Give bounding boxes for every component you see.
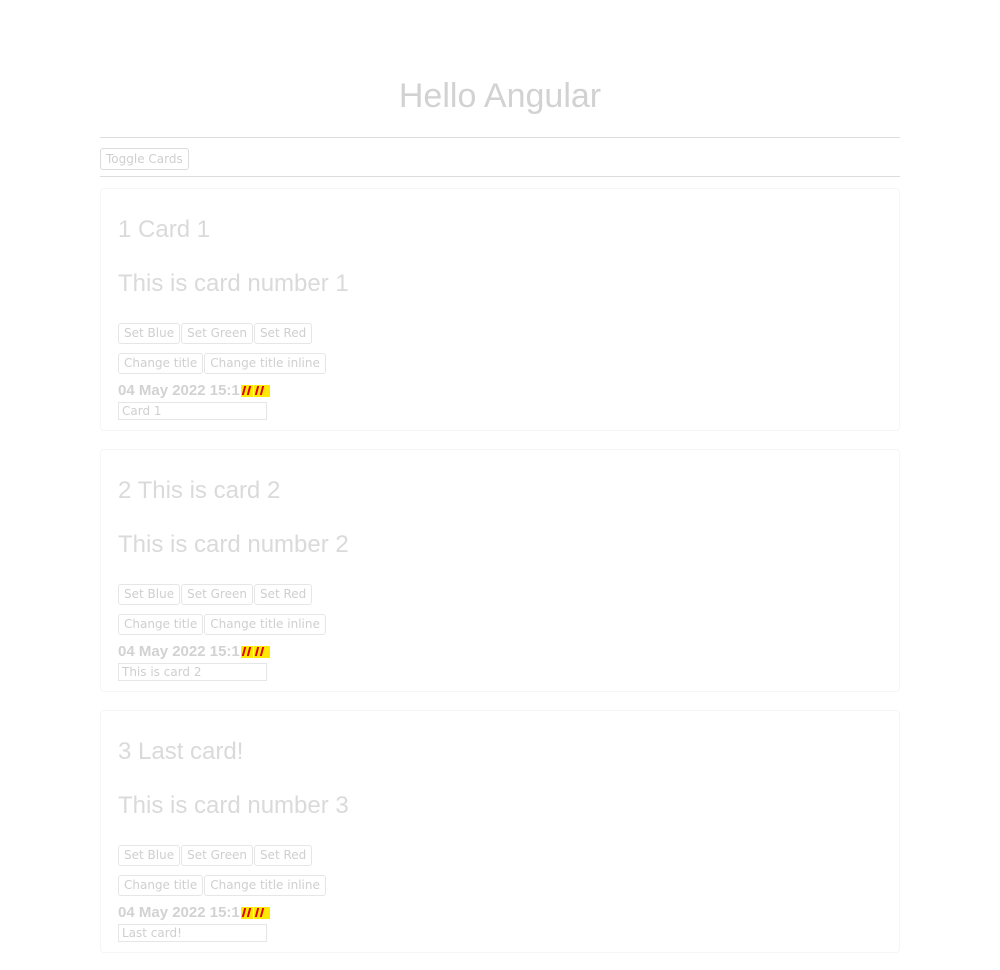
card-text: This is card number 1	[118, 270, 349, 297]
set-red-button[interactable]: Set Red	[253, 323, 313, 344]
set-blue-button[interactable]: Set Blue	[118, 584, 181, 605]
broken-image-icon	[253, 385, 270, 397]
card-date-text: 04 May 2022 15:1	[118, 643, 240, 660]
set-green-button[interactable]: Set Green	[181, 323, 253, 344]
set-green-button[interactable]: Set Green	[181, 584, 253, 605]
change-title-inline-button[interactable]: Change title inline	[204, 875, 326, 896]
toggle-cards-button[interactable]: Toggle Cards	[100, 148, 189, 170]
broken-image-icon	[253, 646, 270, 658]
color-button-group: Set Blue Set Green Set Red	[118, 323, 313, 344]
toolbar: Toggle Cards	[100, 137, 900, 177]
set-red-button[interactable]: Set Red	[253, 845, 313, 866]
card-text: This is card number 2	[118, 531, 349, 558]
card-date: 04 May 2022 15:1	[118, 382, 270, 400]
card-title: 1 Card 1	[118, 216, 211, 243]
card-date-text: 04 May 2022 15:1	[118, 904, 240, 921]
color-button-group: Set Blue Set Green Set Red	[118, 584, 313, 605]
change-title-inline-button[interactable]: Change title inline	[204, 614, 326, 635]
card-title: 2 This is card 2	[118, 477, 281, 504]
change-title-inline-button[interactable]: Change title inline	[204, 353, 326, 374]
page-title: Hello Angular	[398, 77, 602, 115]
card-text: This is card number 3	[118, 792, 349, 819]
card: 1 Card 1 This is card number 1 Set Blue …	[100, 188, 900, 431]
title-button-group: Change title Change title inline	[118, 614, 326, 635]
title-button-group: Change title Change title inline	[118, 875, 326, 896]
broken-image-icon	[240, 907, 253, 919]
card-date: 04 May 2022 15:1	[118, 904, 270, 922]
card: 2 This is card 2 This is card number 2 S…	[100, 449, 900, 692]
set-green-button[interactable]: Set Green	[181, 845, 253, 866]
change-title-button[interactable]: Change title	[118, 614, 204, 635]
card-date-text: 04 May 2022 15:1	[118, 382, 240, 399]
set-blue-button[interactable]: Set Blue	[118, 323, 181, 344]
set-blue-button[interactable]: Set Blue	[118, 845, 181, 866]
title-button-group: Change title Change title inline	[118, 353, 326, 374]
card-title-input[interactable]	[118, 402, 267, 420]
broken-image-icon	[240, 385, 253, 397]
card-title: 3 Last card!	[118, 738, 244, 765]
card-title-input[interactable]	[118, 663, 267, 681]
color-button-group: Set Blue Set Green Set Red	[118, 845, 313, 866]
change-title-button[interactable]: Change title	[118, 875, 204, 896]
set-red-button[interactable]: Set Red	[253, 584, 313, 605]
card: 3 Last card! This is card number 3 Set B…	[100, 710, 900, 953]
broken-image-icon	[240, 646, 253, 658]
change-title-button[interactable]: Change title	[118, 353, 204, 374]
broken-image-icon	[253, 907, 270, 919]
card-date: 04 May 2022 15:1	[118, 643, 270, 661]
card-title-input[interactable]	[118, 924, 267, 942]
